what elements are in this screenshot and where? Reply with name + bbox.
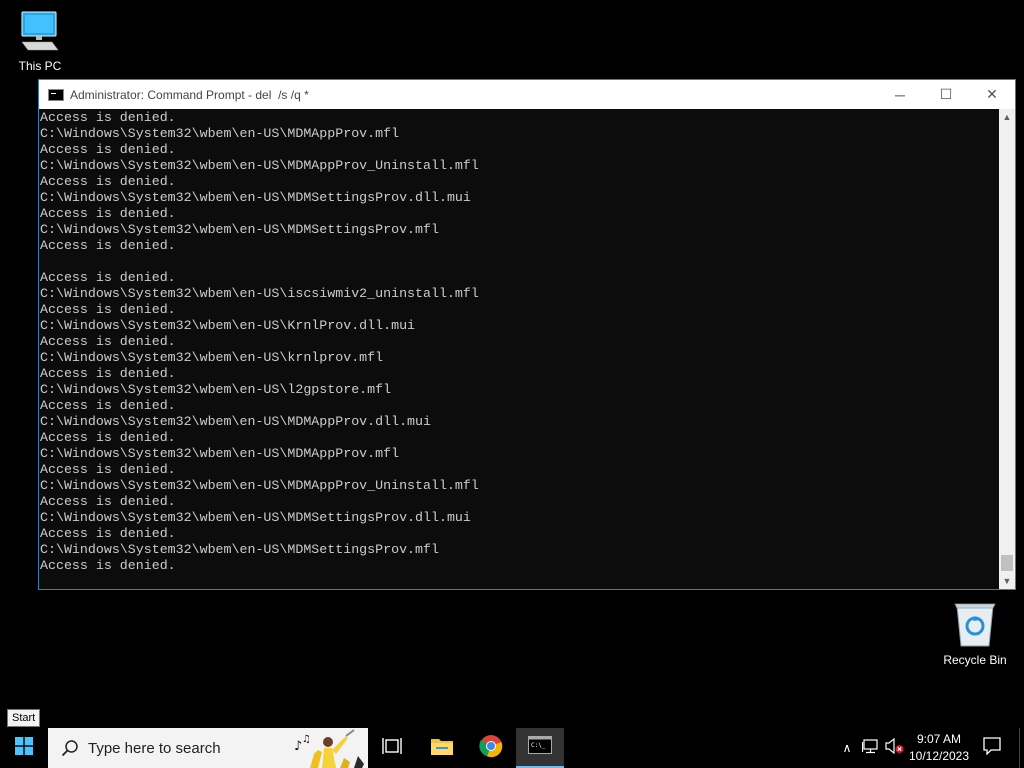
show-hidden-icons-button[interactable]: ∧ — [836, 728, 858, 768]
svg-text:♫: ♫ — [302, 734, 311, 745]
command-prompt-window[interactable]: Administrator: Command Prompt - del /s /… — [38, 79, 1016, 590]
console-line: C:\Windows\System32\wbem\en-US\MDMAppPro… — [40, 478, 479, 493]
console-line: C:\Windows\System32\wbem\en-US\MDMAppPro… — [40, 446, 400, 461]
window-title: Administrator: Command Prompt - del /s /… — [70, 87, 309, 102]
window-titlebar[interactable]: Administrator: Command Prompt - del /s /… — [39, 80, 1015, 109]
volume-button[interactable] — [884, 728, 906, 768]
show-desktop-button[interactable] — [1019, 728, 1024, 768]
chevron-up-icon: ∧ — [842, 741, 852, 755]
start-button[interactable] — [0, 728, 48, 768]
search-highlight-illustration-icon: ♪ ♫ — [288, 728, 368, 768]
console-line: Access is denied. — [40, 494, 176, 509]
console-line: Access is denied. — [40, 366, 176, 381]
console-line: Access is denied. — [40, 558, 176, 573]
taskbar-search-box[interactable]: Type here to search ♪ ♫ — [48, 728, 368, 768]
console-line: Access is denied. — [40, 398, 176, 413]
desktop-icon-label: This PC — [18, 59, 62, 73]
minimize-button[interactable]: ─ — [877, 80, 923, 109]
clock-time: 9:07 AM — [916, 732, 962, 746]
console-line: Access is denied. — [40, 142, 176, 157]
search-placeholder: Type here to search — [88, 739, 221, 757]
console-line: C:\Windows\System32\wbem\en-US\MDMSettin… — [40, 542, 439, 557]
scroll-up-button[interactable]: ▲ — [999, 109, 1015, 125]
console-line: C:\Windows\System32\wbem\en-US\MDMSettin… — [40, 190, 471, 205]
console-line: C:\Windows\System32\wbem\en-US\MDMAppPro… — [40, 126, 400, 141]
vertical-scrollbar[interactable]: ▲ ▼ — [999, 109, 1015, 589]
scroll-down-button[interactable]: ▼ — [999, 573, 1015, 589]
notification-icon — [983, 736, 1001, 760]
window-controls: ─ ☐ ✕ — [877, 80, 1015, 109]
search-icon — [60, 738, 80, 758]
console-output[interactable]: Access is denied. C:\Windows\System32\wbe… — [39, 109, 1000, 589]
maximize-button[interactable]: ☐ — [923, 80, 969, 109]
console-line: C:\Windows\System32\wbem\en-US\krnlprov.… — [40, 350, 384, 365]
computer-icon — [16, 11, 64, 57]
console-line: Access is denied. — [40, 270, 176, 285]
console-line: C:\Windows\System32\wbem\en-US\KrnlProv.… — [40, 318, 416, 333]
network-icon — [861, 738, 880, 759]
windows-logo-icon — [15, 736, 33, 760]
console-line: C:\Windows\System32\wbem\en-US\l2gpstore… — [40, 382, 392, 397]
console-line: Access is denied. — [40, 206, 176, 221]
start-tooltip: Start — [7, 709, 41, 727]
clock-date: 10/12/2023 — [908, 749, 970, 763]
taskbar-clock[interactable]: 9:07 AM 10/12/2023 — [906, 731, 972, 765]
cmd-icon — [48, 88, 64, 101]
taskbar-command-prompt[interactable]: C:\_ — [516, 728, 564, 768]
console-line: Access is denied. — [40, 334, 176, 349]
console-line: C:\Windows\System32\wbem\en-US\MDMSettin… — [40, 222, 439, 237]
console-line: Access is denied. — [40, 238, 176, 253]
console-line: C:\Windows\System32\wbem\en-US\iscsiwmiv… — [40, 286, 479, 301]
taskbar-file-explorer[interactable] — [418, 728, 466, 768]
chrome-icon — [479, 734, 503, 763]
console-line: Access is denied. — [40, 526, 176, 541]
desktop-icon-label: Recycle Bin — [943, 653, 1007, 667]
scroll-thumb[interactable] — [1001, 555, 1013, 571]
taskbar-chrome[interactable] — [467, 728, 515, 768]
network-button[interactable] — [860, 728, 882, 768]
console-line: C:\Windows\System32\wbem\en-US\MDMAppPro… — [40, 158, 479, 173]
console-line: Access is denied. — [40, 174, 176, 189]
recycle-bin-icon — [953, 603, 997, 651]
console-line: Access is denied. — [40, 302, 176, 317]
taskbar: Type here to search ♪ ♫ C:\_ ∧ 9:07 AM 1… — [0, 728, 1024, 768]
svg-text:C:\_: C:\_ — [531, 742, 546, 749]
desktop-icon-recycle-bin[interactable]: Recycle Bin — [935, 600, 1015, 667]
console-line: C:\Windows\System32\wbem\en-US\MDMSettin… — [40, 510, 471, 525]
console-line: C:\Windows\System32\wbem\en-US\MDMAppPro… — [40, 414, 431, 429]
action-center-button[interactable] — [976, 728, 1008, 768]
desktop-icon-this-pc[interactable]: This PC — [0, 8, 80, 73]
volume-muted-icon — [885, 737, 905, 759]
console-line: Access is denied. — [40, 462, 176, 477]
task-view-icon — [382, 737, 402, 760]
task-view-button[interactable] — [368, 728, 416, 768]
folder-icon — [430, 736, 454, 761]
close-button[interactable]: ✕ — [969, 80, 1015, 109]
console-line: Access is denied. — [40, 110, 176, 125]
console-line: Access is denied. — [40, 430, 176, 445]
cmd-icon: C:\_ — [528, 735, 552, 759]
